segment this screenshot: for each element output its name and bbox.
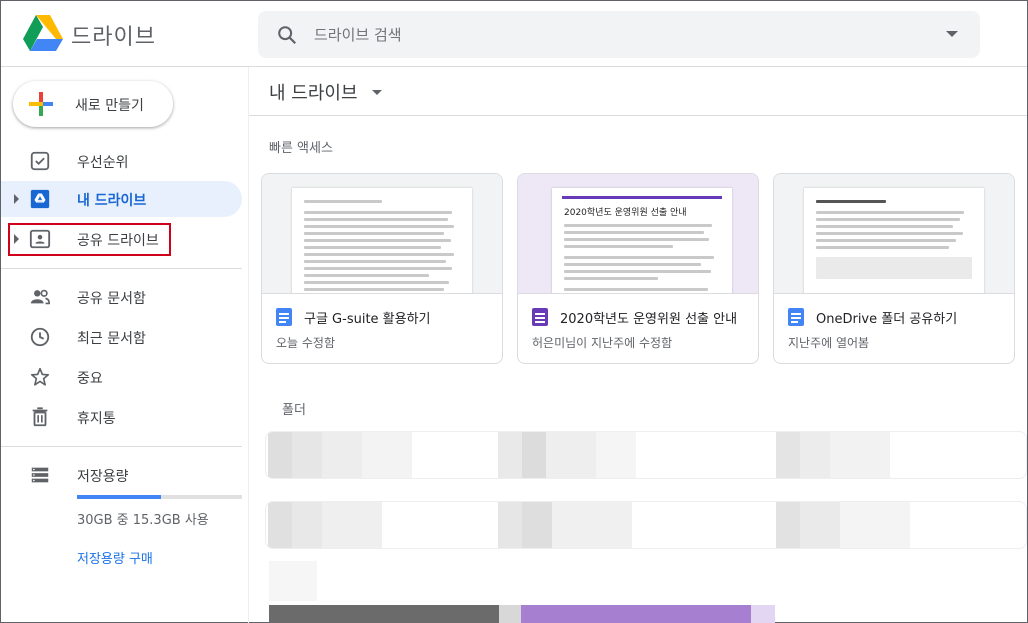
expand-arrow-icon[interactable] [14, 194, 19, 204]
file-name: 2020학년도 운영위원 선출 안내 [560, 312, 738, 327]
plus-icon [29, 92, 53, 116]
file-name: OneDrive 폴더 공유하기 [816, 312, 958, 327]
folder-placeholder [269, 561, 317, 601]
shared-with-me-icon [30, 289, 50, 305]
folder-row[interactable] [265, 431, 1027, 479]
main-divider [249, 115, 1027, 116]
search-icon[interactable] [276, 24, 298, 46]
page-title[interactable]: 내 드라이브 [269, 79, 358, 105]
file-activity: 허은미님이 지난주에 수정함 [532, 336, 673, 350]
quick-access-title: 빠른 액세스 [269, 141, 333, 156]
folder-row[interactable] [265, 501, 1027, 549]
google-docs-icon [788, 308, 804, 326]
file-thumbnail: 2020학년도 운영위원 선출 안내 [518, 174, 758, 294]
storage-usage-text: 30GB 중 15.3GB 사용 [77, 513, 209, 528]
preview-title: 2020학년도 운영위원 선출 안내 [564, 208, 687, 218]
search-options-dropdown-icon[interactable] [946, 31, 958, 37]
search-input[interactable] [314, 11, 914, 58]
sidebar-item-priority[interactable]: 우선순위 [1, 143, 242, 179]
sidebar-item-shared-with-me[interactable]: 공유 문서함 [1, 279, 242, 315]
file-thumbnail [262, 174, 502, 294]
my-drive-icon [30, 189, 50, 209]
sidebar-item-storage[interactable]: 저장용량 [1, 457, 242, 493]
quick-access-card[interactable]: 2020학년도 운영위원 선출 안내 2020학년도 운영위원 선출 안내 허은… [517, 173, 759, 364]
file-preview-strip [751, 605, 775, 623]
sidebar-item-label: 휴지통 [77, 411, 116, 427]
new-button-label: 새로 만들기 [75, 98, 144, 114]
sidebar-item-starred[interactable]: 중요 [1, 359, 242, 395]
new-button[interactable]: 새로 만들기 [13, 81, 173, 127]
sidebar-separator [248, 67, 249, 623]
sidebar-item-label: 중요 [77, 371, 103, 387]
sidebar-item-recent[interactable]: 최근 문서함 [1, 319, 242, 355]
sidebar-item-label: 내 드라이브 [77, 193, 147, 209]
file-preview-strip [521, 605, 751, 623]
storage-usage-fill [77, 495, 162, 499]
google-docs-icon [276, 308, 292, 326]
quick-access-card[interactable]: 구글 G-suite 활용하기 오늘 수정함 [261, 173, 503, 364]
sidebar-item-my-drive[interactable]: 내 드라이브 [1, 181, 242, 217]
sidebar: 새로 만들기 우선순위 내 드라이브 공유 드라이브 공유 문서함 최근 문서함… [1, 67, 243, 623]
priority-icon [30, 151, 50, 171]
sidebar-divider [1, 268, 242, 269]
storage-usage-bar [77, 495, 242, 499]
app-title[interactable]: 드라이브 [71, 19, 156, 51]
file-preview-strip [499, 605, 521, 623]
chevron-down-icon[interactable] [372, 90, 382, 95]
file-activity: 오늘 수정함 [276, 336, 336, 350]
folders-title: 폴더 [282, 403, 306, 418]
star-icon [30, 367, 50, 386]
drive-logo-icon[interactable] [23, 15, 63, 51]
highlight-annotation-box [8, 223, 171, 256]
trash-icon [32, 407, 48, 427]
buy-storage-link[interactable]: 저장용량 구매 [77, 548, 153, 567]
recent-icon [30, 327, 50, 347]
sidebar-item-label: 우선순위 [77, 155, 129, 171]
file-name: 구글 G-suite 활용하기 [304, 312, 431, 327]
sidebar-item-trash[interactable]: 휴지통 [1, 399, 242, 435]
sidebar-divider [1, 446, 242, 447]
search-bar[interactable] [258, 11, 980, 58]
sidebar-item-label: 최근 문서함 [77, 331, 146, 347]
top-bar: 드라이브 [1, 1, 1027, 67]
google-forms-icon [532, 308, 548, 326]
file-thumbnail [774, 174, 1014, 294]
file-preview-strip [269, 605, 499, 623]
file-activity: 지난주에 열어봄 [788, 336, 870, 350]
sidebar-item-label: 저장용량 [77, 469, 129, 485]
sidebar-item-label: 공유 문서함 [77, 291, 146, 307]
quick-access-card[interactable]: OneDrive 폴더 공유하기 지난주에 열어봄 [773, 173, 1015, 364]
storage-icon [31, 467, 49, 483]
